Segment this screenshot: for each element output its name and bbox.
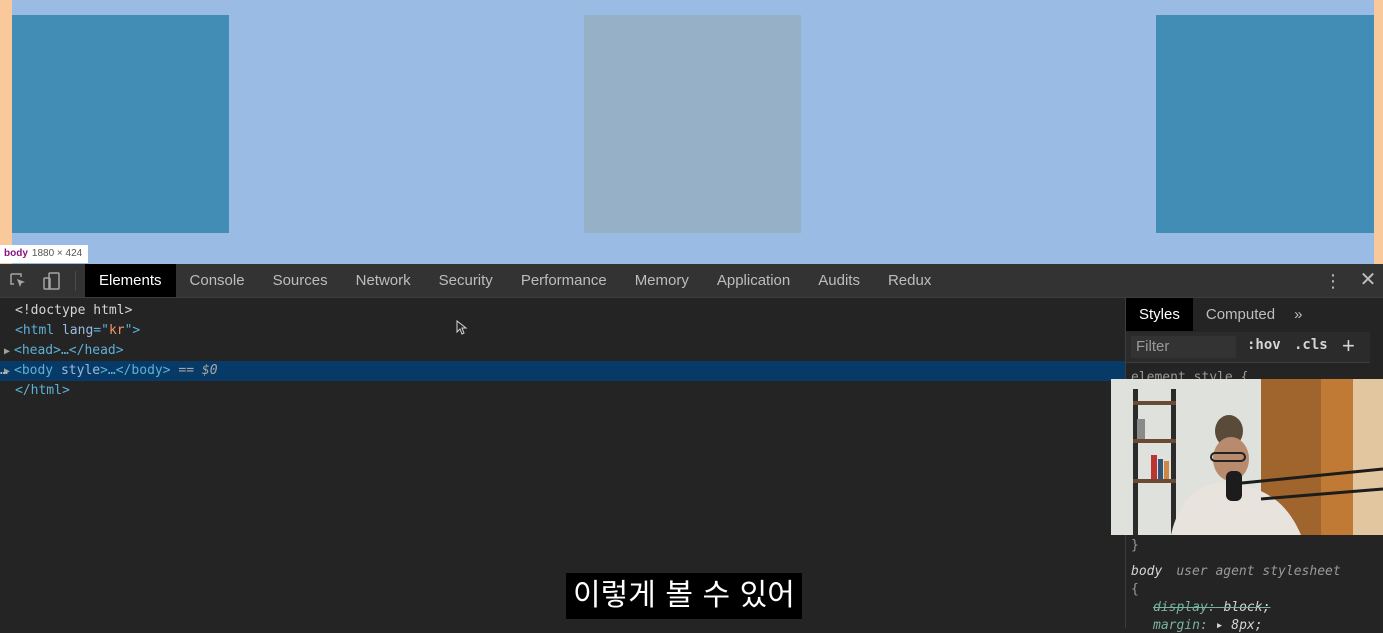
- tab-styles[interactable]: Styles: [1126, 298, 1193, 331]
- decl-margin[interactable]: margin: ▸ 8px;: [1131, 618, 1263, 633]
- tooltip-tag: body: [4, 248, 28, 259]
- decl-display-prop: display:: [1153, 600, 1216, 615]
- decl-margin-val: ▸ 8px;: [1215, 618, 1263, 633]
- cls-toggle[interactable]: .cls: [1294, 337, 1328, 353]
- tab-application[interactable]: Application: [703, 264, 804, 297]
- selected-ref: $0: [201, 363, 218, 378]
- dom-node-html[interactable]: <html lang="kr">: [0, 321, 1125, 341]
- new-rule-plus-icon[interactable]: +: [1342, 333, 1355, 359]
- blue-box-right: [1156, 15, 1374, 233]
- styles-filter-input[interactable]: Filter: [1131, 336, 1236, 358]
- html-open-tag: <html: [15, 323, 55, 338]
- rule-source[interactable]: user agent stylesheet: [1176, 564, 1340, 579]
- tab-console[interactable]: Console: [176, 264, 259, 297]
- blue-box-left: [12, 15, 229, 233]
- dom-node-doctype[interactable]: <!doctype html>: [0, 301, 1125, 321]
- styles-tabs: Styles Computed »: [1126, 298, 1383, 331]
- tab-elements[interactable]: Elements: [85, 264, 176, 297]
- gray-box-center: [584, 15, 801, 233]
- decl-margin-prop: margin:: [1153, 618, 1208, 633]
- rule-header: body user agent stylesheet: [1131, 564, 1341, 579]
- decl-display[interactable]: display: block;: [1131, 600, 1270, 615]
- body-attr-name: style: [60, 363, 101, 378]
- node-ellipsis-icon[interactable]: …: [0, 361, 8, 381]
- rule-selector: body: [1131, 564, 1163, 579]
- html-close-tag: </html>: [15, 383, 70, 398]
- body-rest: >…</body>: [100, 363, 171, 378]
- more-tabs-icon[interactable]: »: [1288, 298, 1308, 331]
- tab-memory[interactable]: Memory: [621, 264, 703, 297]
- webcam-image: [1111, 379, 1383, 535]
- selected-marker: ==: [178, 363, 195, 378]
- tab-sources[interactable]: Sources: [259, 264, 342, 297]
- tab-computed[interactable]: Computed: [1193, 298, 1288, 331]
- webcam-overlay: [1111, 379, 1383, 535]
- rule-open-brace: {: [1131, 582, 1139, 597]
- page-viewport: body 1880 × 424: [0, 0, 1383, 264]
- highlighted-body: [12, 0, 1374, 264]
- tab-performance[interactable]: Performance: [507, 264, 621, 297]
- styles-filter-row: Filter :hov .cls +: [1126, 332, 1370, 363]
- kebab-menu-icon[interactable]: ⋮: [1324, 270, 1342, 292]
- decl-display-val: block;: [1223, 600, 1271, 615]
- inspect-element-icon[interactable]: [8, 271, 28, 291]
- hov-toggle[interactable]: :hov: [1247, 337, 1281, 353]
- tab-network[interactable]: Network: [342, 264, 425, 297]
- dom-node-body-selected[interactable]: … ▶ <body style>…</body> == $0: [0, 361, 1125, 381]
- html-attr-value: kr: [108, 323, 125, 338]
- head-line: <head>…</head>: [14, 343, 124, 358]
- html-attr-eq: =": [93, 323, 109, 338]
- doctype-text: <!doctype html>: [15, 303, 133, 318]
- toolbar-divider: [75, 271, 76, 291]
- dom-node-head[interactable]: ▶ <head>…</head>: [0, 341, 1125, 361]
- html-attr-name: lang: [61, 323, 94, 338]
- element-tooltip: body 1880 × 424: [0, 245, 89, 263]
- dom-node-html-close[interactable]: </html>: [0, 381, 1125, 401]
- device-toolbar-icon[interactable]: [42, 271, 62, 291]
- close-icon[interactable]: ✕: [1357, 269, 1379, 291]
- devtools-toolbar: Elements Console Sources Network Securit…: [0, 264, 1383, 298]
- expand-triangle-icon[interactable]: ▶: [0, 342, 14, 362]
- html-open-end: ">: [124, 323, 141, 338]
- mouse-cursor-icon: [456, 320, 468, 335]
- dom-tree: <!doctype html> <html lang="kr"> ▶ <head>…: [0, 298, 1125, 628]
- body-open-tag: <body: [14, 363, 54, 378]
- tooltip-size: 1880 × 424: [31, 248, 83, 259]
- devtools-tabs: Elements Console Sources Network Securit…: [85, 264, 945, 297]
- tab-redux[interactable]: Redux: [874, 264, 945, 297]
- tab-security[interactable]: Security: [425, 264, 507, 297]
- element-style-close: }: [1131, 538, 1139, 553]
- tab-audits[interactable]: Audits: [804, 264, 874, 297]
- video-subtitle: 이렇게 볼 수 있어: [566, 573, 802, 619]
